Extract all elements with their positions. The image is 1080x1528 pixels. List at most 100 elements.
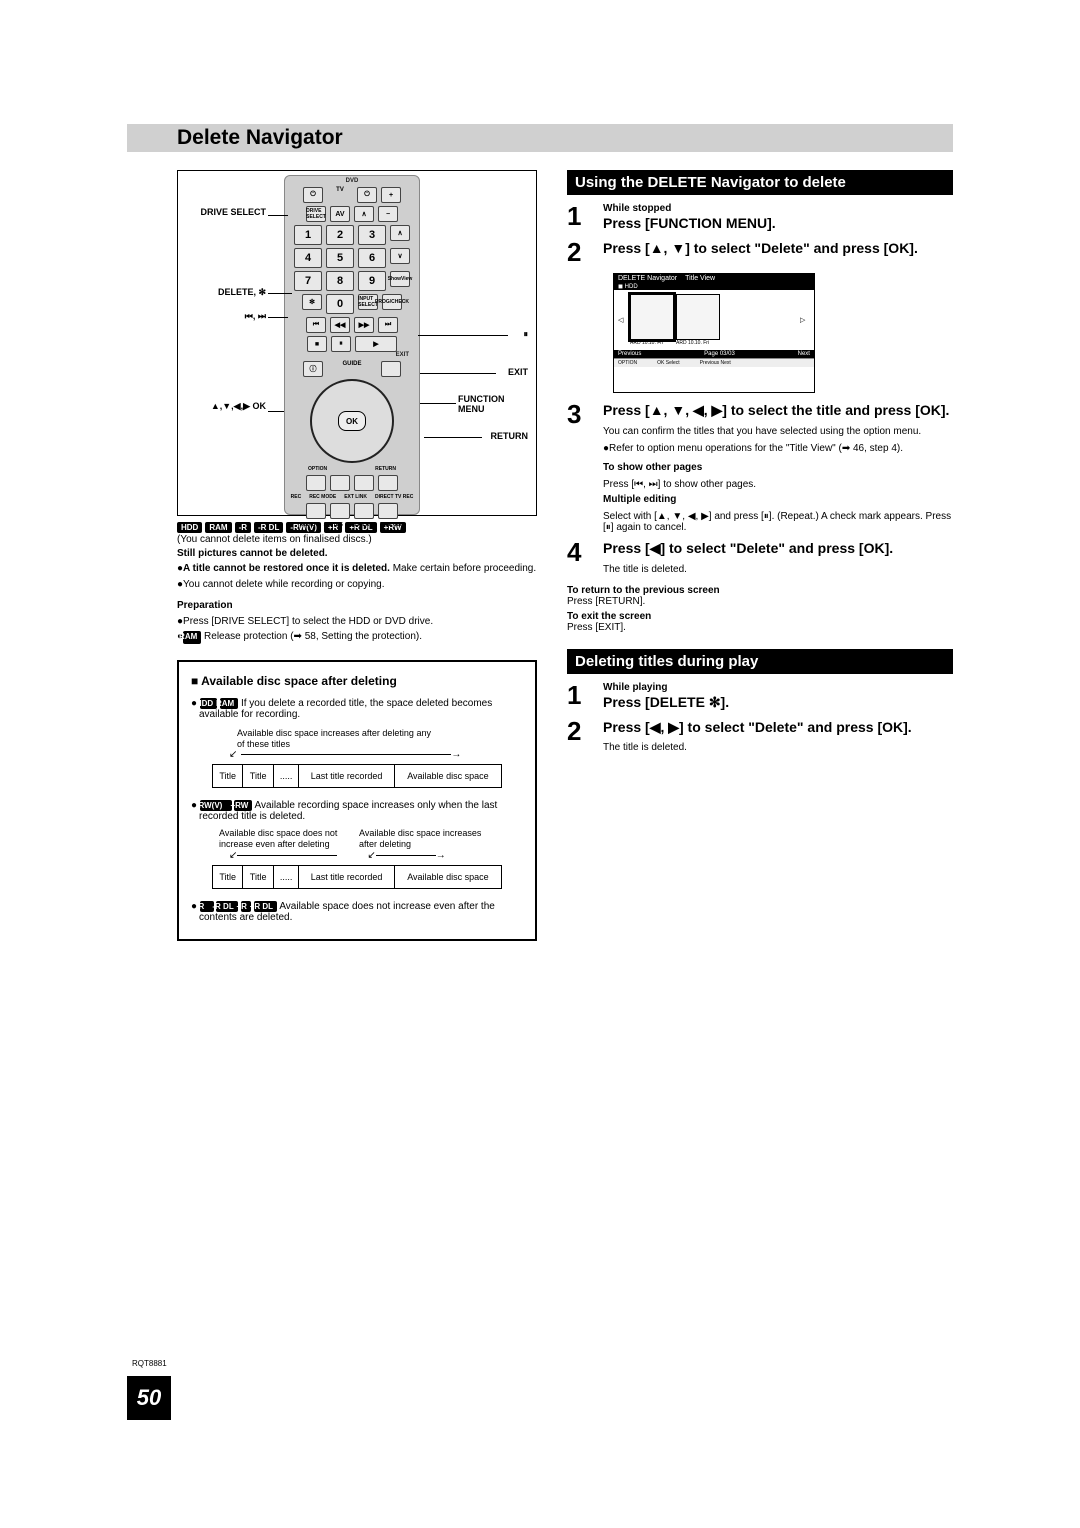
remote-showview: ShowView [390,271,410,287]
remote-skip-prev: ⏮ [306,317,326,333]
remote-skip-next: ⏭ [378,317,398,333]
dnt-card-1 [630,294,674,340]
remote-option: OPTION [308,466,327,472]
remote-vol-down: − [378,206,398,222]
remote-drive-select-btn: DRIVE SELECT [306,206,326,222]
remote-recmode-label: REC MODE [309,494,336,500]
t2-c1: Title [213,865,243,888]
dnt-legend-select: Select [666,360,680,366]
remote-rewind: ◀◀ [330,317,350,333]
step-2: 2 Press [▲, ▼] to select "Delete" and pr… [567,239,953,265]
preparation-heading: Preparation [177,600,233,611]
remote-yellow [354,475,374,491]
step-2-body: Press [▲, ▼] to select "Delete" and pres… [603,239,918,265]
remote-cursor-ring: OK [310,379,394,463]
dnt-next: Next [798,351,810,357]
t2-c2: Title [243,865,273,888]
step-1-body: Press [FUNCTION MENU]. [603,214,776,233]
prep2-badge: RAM [183,631,201,644]
info-heading: ■ Available disc space after deleting [191,674,523,688]
disc-space-info-box: ■ Available disc space after deleting ● … [177,660,537,941]
remote-key-0: 0 [326,294,354,314]
info-badge-hdd: HDD [200,698,217,709]
remote-extlink [354,503,374,519]
multi-edit: Select with [▲, ▼, ◀, ▶] and press [⏸]. … [603,511,953,533]
remote-key-3: 3 [358,225,386,245]
note-restore-bold: A title cannot be restored once it is de… [183,563,390,574]
remote-key-7: 7 [294,271,322,291]
dnt-drive: HDD [625,284,638,290]
step-3-detail1: You can confirm the titles that you have… [603,426,953,437]
remote-key-2: 2 [326,225,354,245]
remote-status-label: STATUS [324,522,343,528]
remote-exit-tiny: EXIT [285,352,419,358]
remote-timeslip-label: TIME SLIP [380,522,404,528]
dnt-page: Page 03/03 [704,351,735,357]
right-column: Using the DELETE Navigator to delete 1 W… [567,170,953,941]
remote-tv-label: TV [327,187,353,203]
remote-rec [306,503,326,519]
step-1-num: 1 [567,203,593,233]
info-badge-prdl2: +R DL [254,901,277,912]
s2-step-1-num: 1 [567,682,593,712]
section1-header: Using the DELETE Navigator to delete [567,170,953,195]
remote-illustration: DVD ⏻ TV ⏻ + DRIVE SELECT AV ∧ − [177,170,537,516]
remote-ch-up2: ∧ [390,225,410,241]
info-caption2b: Available disc space increases after del… [359,828,489,850]
s2-step-2-detail: The title is deleted. [603,742,912,753]
info-line2: ● -RW(V) +RW Available recording space i… [191,800,523,822]
multi-edit-h: Multiple editing [603,494,676,505]
note-restore: ●A title cannot be restored once it is d… [177,562,537,576]
manual-id: RQT8881 [132,1359,167,1368]
remote-key-9: 9 [358,271,386,291]
note-restore-rest: Make certain before proceeding. [390,563,536,574]
label-drive-select: DRIVE SELECT [186,207,266,217]
delete-navigator-thumbnail: DELETE Navigator Title View ◼ HDD ◁ ARD … [613,273,815,393]
remote-key-5: 5 [326,248,354,268]
info-badge-prw: +RW [234,800,252,811]
step-4-num: 4 [567,539,593,575]
s2-step-2-body: Press [◀, ▶] to select "Delete" and pres… [603,718,912,737]
note-no-delete-while: ●You cannot delete while recording or co… [177,578,537,592]
info-caption1: Available disc space increases after del… [237,728,437,750]
t1-c2: Title [243,765,273,788]
remote-ok-btn: OK [338,411,366,431]
remote-blue [378,475,398,491]
badge-r: -R [235,522,251,533]
disc-space-table-1: Title Title ..... Last title recorded Av… [212,764,502,788]
remote-directtvrec [378,503,398,519]
left-column: DVD ⏻ TV ⏻ + DRIVE SELECT AV ∧ − [177,170,537,941]
step-1-sub: While stopped [603,203,776,214]
dnt-card2-label: ARD 10.10. Fri [676,340,720,346]
remote-info: ⓘ [303,361,323,377]
page-title: Delete Navigator [177,126,343,150]
remote-dvd-label: DVD [346,178,359,184]
disc-space-table-2: Title Title ..... Last title recorded Av… [212,865,502,889]
label-cursor-ok: ▲,▼,◀,▶ OK [186,401,266,412]
to-show-pages: Press [⏮, ⏭] to show other pages. [603,479,953,490]
remote-play: ▶ [355,336,397,352]
page-number: 50 [127,1376,171,1420]
info-line3: ● -R -R DL +R +R DL Available space does… [191,901,523,923]
remote-progcheck: PROG/CHECK [382,294,402,310]
remote-ch-up: ∧ [354,206,374,222]
t2-c3: ..... [273,865,299,888]
info-badge-ram: RAM [220,698,238,709]
step-3-body: Press [▲, ▼, ◀, ▶] to select the title a… [603,401,953,420]
t2-c5: Available disc space [394,865,501,888]
dnt-legend-option: OPTION [618,360,637,366]
info-line1: ● HDD RAM If you delete a recorded title… [191,698,523,720]
s2-step-1-sub: While playing [603,682,729,693]
dnt-subtitle: Title View [685,275,715,282]
remote-audio-label: AUDIO [299,522,315,528]
exit-h: To exit the screen [567,611,953,622]
dnt-title: DELETE Navigator [618,275,677,282]
prep-line1: ●Press [DRIVE SELECT] to select the HDD … [177,615,537,629]
label-exit: EXIT [508,367,528,377]
return-note: To return to the previous screen Press [… [567,585,953,607]
t1-c3: ..... [273,765,299,788]
step-1: 1 While stopped Press [FUNCTION MENU]. [567,203,953,233]
label-function-menu: FUNCTION MENU [458,395,528,415]
remote-ffwd: ▶▶ [354,317,374,333]
t1-c4: Last title recorded [299,765,394,788]
